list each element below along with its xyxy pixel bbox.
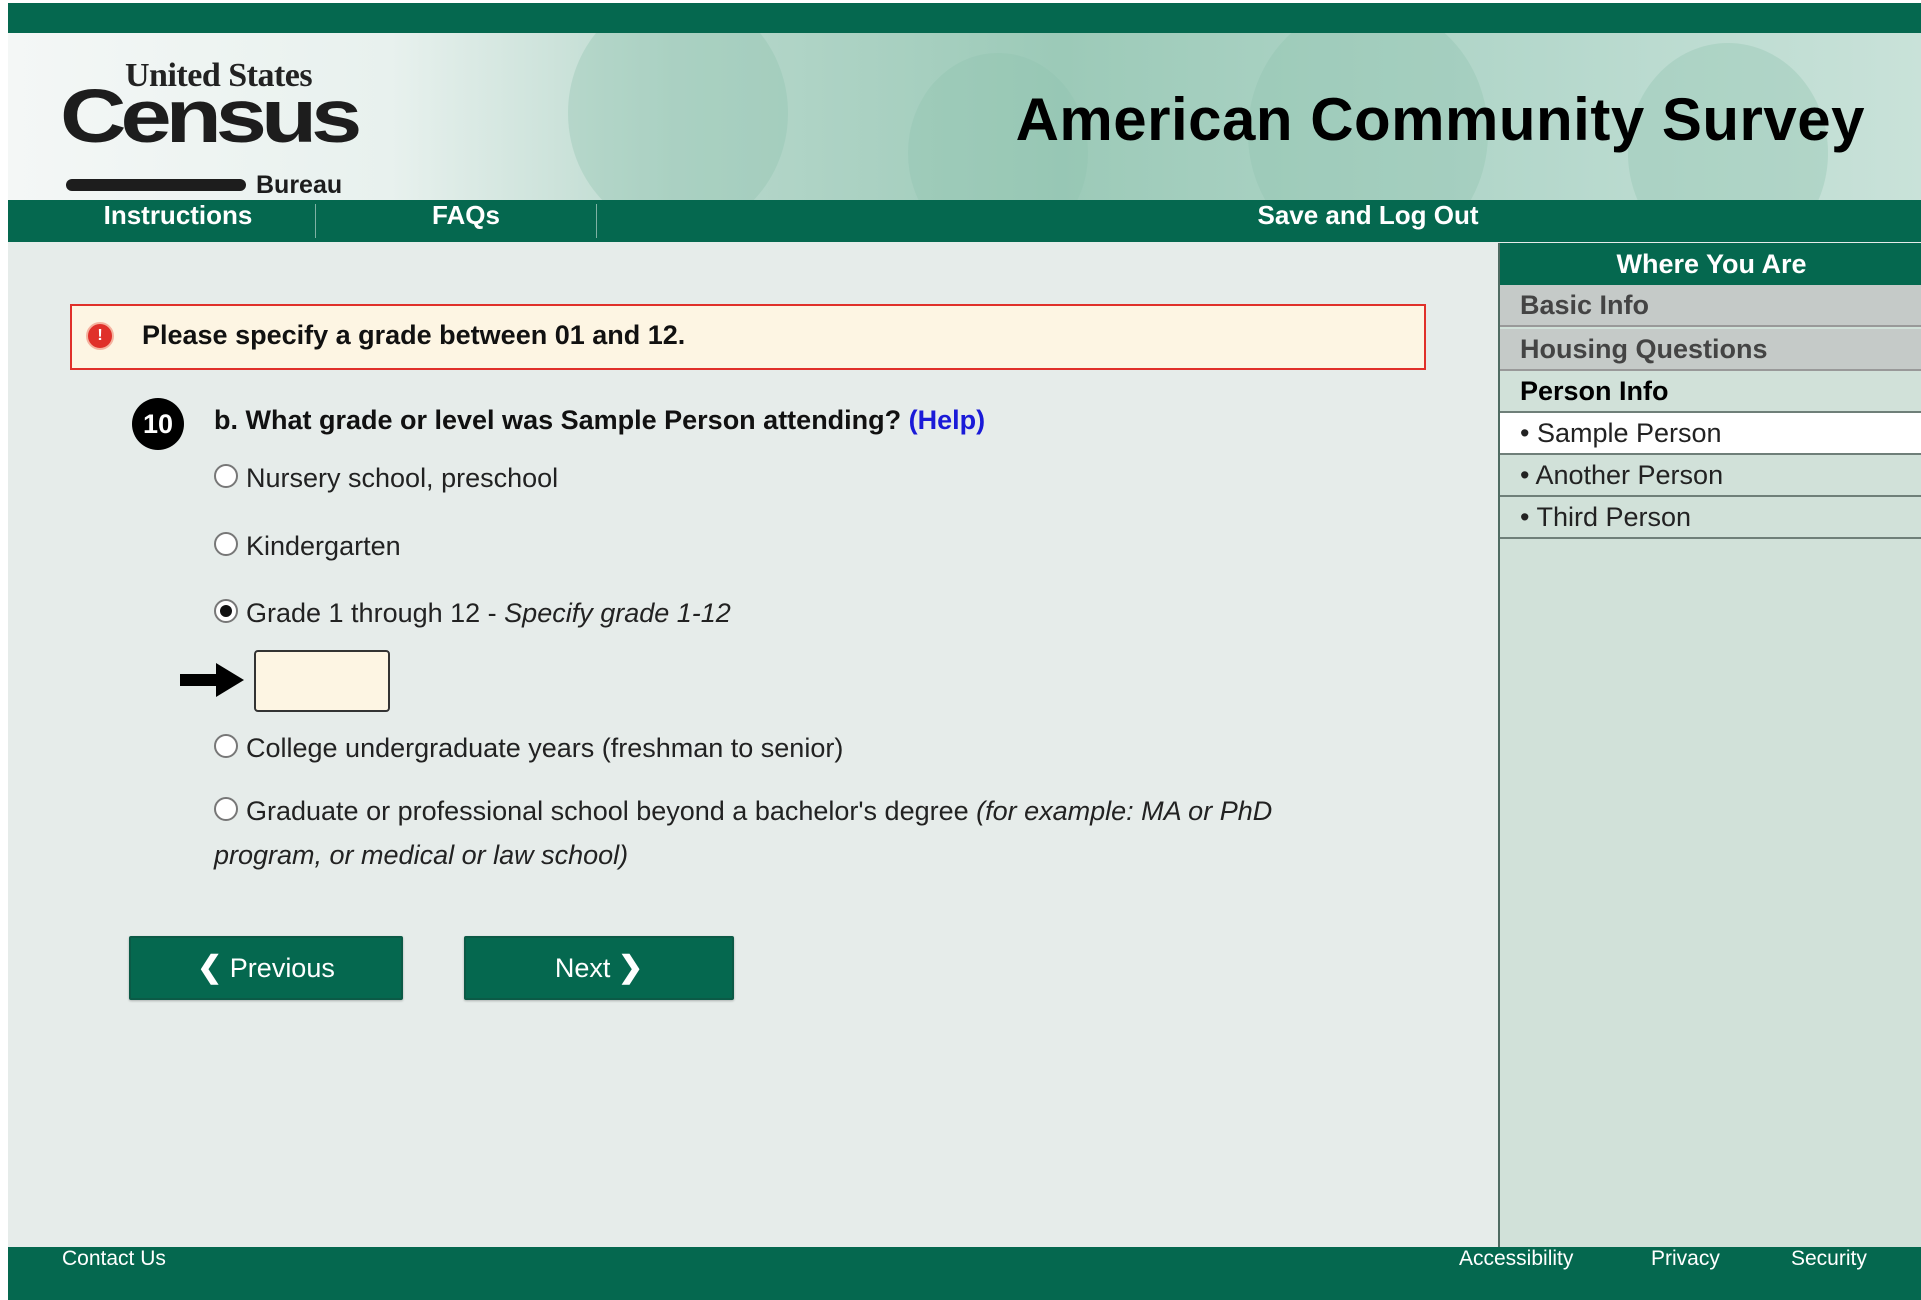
nav-save-logout[interactable]: Save and Log Out <box>1228 200 1508 242</box>
radio-kindergarten[interactable] <box>214 532 238 556</box>
chevron-left-icon: ❮ <box>197 951 223 984</box>
previous-button[interactable]: ❮ Previous <box>129 936 403 1000</box>
footer-privacy-link[interactable]: Privacy <box>1651 1247 1720 1300</box>
nav-divider <box>596 204 597 238</box>
top-strip <box>8 3 1921 33</box>
logo-main-text: Census <box>60 74 362 159</box>
question-number-badge: 10 <box>132 398 184 450</box>
next-button[interactable]: Next ❯ <box>464 936 734 1000</box>
nav-divider <box>315 204 316 238</box>
sidebar-item-basic-info[interactable]: Basic Info <box>1500 285 1921 327</box>
app-window: United States Census Bureau American Com… <box>8 3 1921 1300</box>
option-label: Nursery school, preschool <box>246 463 559 493</box>
nav-faqs[interactable]: FAQs <box>348 200 584 242</box>
option-kindergarten[interactable]: Kindergarten <box>214 531 401 562</box>
radio-nursery[interactable] <box>214 464 238 488</box>
question-label: b. What grade or level was Sample Person… <box>214 405 902 435</box>
logo-bureau-text: Bureau <box>256 171 343 199</box>
error-exclamation-icon: ! <box>86 322 114 350</box>
sidebar-item-third-person[interactable]: • Third Person <box>1500 497 1921 539</box>
error-message-text: Please specify a grade between 01 and 12… <box>142 320 686 350</box>
sidebar-title: Where You Are <box>1500 243 1921 285</box>
radio-college[interactable] <box>214 734 238 758</box>
page-title: American Community Survey <box>1015 86 1865 153</box>
option-note: Specify grade 1-12 <box>504 598 731 628</box>
header-banner: United States Census Bureau American Com… <box>8 33 1921 200</box>
footer: Contact Us Accessibility Privacy Securit… <box>8 1247 1921 1300</box>
nav-instructions[interactable]: Instructions <box>68 200 288 242</box>
sidebar-item-housing-questions[interactable]: Housing Questions <box>1500 329 1921 371</box>
logo-underline <box>66 179 246 191</box>
option-college[interactable]: College undergraduate years (freshman to… <box>214 733 843 764</box>
chevron-right-icon: ❯ <box>617 951 644 984</box>
footer-security-link[interactable]: Security <box>1791 1247 1867 1300</box>
main-nav: Instructions FAQs Save and Log Out <box>8 200 1921 242</box>
footer-contact-link[interactable]: Contact Us <box>62 1247 166 1300</box>
radio-grade-1-12[interactable] <box>214 599 238 623</box>
option-label: Graduate or professional school beyond a… <box>246 796 977 826</box>
option-label: College undergraduate years (freshman to… <box>246 733 844 763</box>
option-grade-1-12[interactable]: Grade 1 through 12 - Specify grade 1-12 <box>214 598 731 629</box>
question-text: b. What grade or level was Sample Person… <box>214 405 985 436</box>
previous-label: Previous <box>229 953 335 983</box>
option-graduate[interactable]: Graduate or professional school beyond a… <box>214 789 1364 877</box>
help-link[interactable]: (Help) <box>909 405 986 435</box>
footer-accessibility-link[interactable]: Accessibility <box>1459 1247 1573 1300</box>
banner-decoration <box>568 33 788 200</box>
radio-graduate[interactable] <box>214 797 238 821</box>
option-nursery[interactable]: Nursery school, preschool <box>214 463 558 494</box>
grade-input[interactable] <box>254 650 390 712</box>
sidebar-item-person-info[interactable]: Person Info <box>1500 371 1921 413</box>
option-label: Grade 1 through 12 - <box>246 598 505 628</box>
sidebar-item-sample-person[interactable]: • Sample Person <box>1500 413 1921 455</box>
census-logo[interactable]: United States Census Bureau <box>60 53 362 199</box>
option-label: Kindergarten <box>246 531 401 561</box>
arrow-right-icon <box>180 663 244 697</box>
sidebar-item-another-person[interactable]: • Another Person <box>1500 455 1921 497</box>
next-label: Next <box>554 953 611 983</box>
error-message-box: ! Please specify a grade between 01 and … <box>70 304 1426 370</box>
where-you-are-panel: Where You Are Basic Info Housing Questio… <box>1498 243 1921 1247</box>
